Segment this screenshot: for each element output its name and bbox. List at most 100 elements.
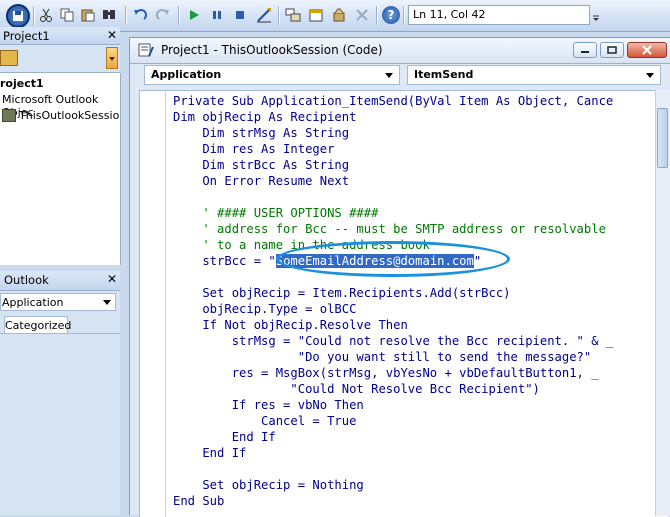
code-token: End Sub [173, 494, 225, 508]
code-line[interactable]: objRecip.Type = olBCC [173, 301, 613, 317]
code-token: Private Sub Application_ItemSend(ByVal I… [173, 94, 614, 108]
minimize-button[interactable] [573, 42, 597, 58]
project-panel-title: Project1 [3, 29, 50, 43]
code-line[interactable]: strBcc = "SomeEmailAddress@domain.com" [173, 253, 613, 269]
code-token: Dim res As Integer [173, 142, 335, 156]
code-window: Project1 - ThisOutlookSession (Code) App… [129, 37, 670, 517]
code-line[interactable]: Set objRecip = Item.Recipients.Add(strBc… [173, 285, 613, 301]
code-line[interactable]: If res = vbNo Then [173, 397, 613, 413]
code-token: Dim strMsg As String [173, 126, 350, 140]
reset-icon[interactable] [232, 7, 248, 23]
code-line[interactable]: ' #### USER OPTIONS #### [173, 205, 613, 221]
code-line[interactable]: ' to a name in the address book [173, 237, 613, 253]
code-line[interactable]: On Error Resume Next [173, 173, 613, 189]
tab-divider [0, 333, 120, 334]
redo-icon[interactable] [155, 7, 171, 23]
code-token: res = MsgBox(strMsg, vbYesNo + vbDefault… [173, 366, 599, 380]
project-panel-toolbar [0, 45, 120, 73]
tree-node-project1[interactable]: roject1 [0, 77, 44, 90]
code-line[interactable]: "Could Not Resolve Bcc Recipient") [173, 381, 613, 397]
find-icon[interactable] [101, 7, 117, 23]
cut-icon[interactable] [38, 7, 54, 23]
copy-icon[interactable] [59, 7, 75, 23]
object-combo-value: Application [151, 68, 222, 81]
code-token: strBcc = " [173, 254, 276, 268]
chevron-down-icon[interactable] [646, 73, 654, 78]
code-line[interactable]: End If [173, 429, 613, 445]
code-line[interactable]: Dim strMsg As String [173, 125, 613, 141]
code-token: "Could Not Resolve Bcc Recipient") [173, 382, 540, 396]
code-line[interactable]: ' address for Bcc -- must be SMTP addres… [173, 221, 613, 237]
close-icon[interactable]: ✕ [107, 29, 117, 42]
procedure-combo-value: ItemSend [414, 68, 474, 81]
code-line[interactable]: Private Sub Application_ItemSend(ByVal I… [173, 93, 613, 109]
code-token: Set objRecip = Item.Recipients.Add(strBc… [173, 286, 511, 300]
design-mode-icon[interactable] [256, 7, 272, 23]
code-line[interactable]: "Do you want still to send the message?" [173, 349, 613, 365]
code-window-title: Project1 - ThisOutlookSession (Code) [161, 43, 383, 57]
code-token: objRecip.Type = olBCC [173, 302, 357, 316]
undo-icon[interactable] [132, 7, 148, 23]
margin-indicator-bar[interactable] [140, 91, 166, 517]
code-line[interactable] [173, 189, 613, 205]
help-icon[interactable]: ? [382, 6, 400, 24]
close-icon[interactable]: ✕ [107, 273, 117, 286]
code-token: End If [173, 446, 247, 460]
code-editor[interactable]: Private Sub Application_ItemSend(ByVal I… [139, 90, 668, 517]
toolbar-overflow-chevron-icon[interactable] [106, 47, 118, 69]
code-line[interactable]: If Not objRecip.Resolve Then [173, 317, 613, 333]
scrollbar-thumb[interactable] [657, 108, 668, 168]
procedure-combo[interactable]: ItemSend [407, 65, 661, 85]
properties-icon[interactable] [308, 7, 324, 23]
code-token: "Do you want still to send the message?" [173, 350, 592, 364]
properties-panel: Application Categorized [0, 291, 120, 515]
code-text[interactable]: Private Sub Application_ItemSend(ByVal I… [173, 93, 613, 509]
tree-node-thisoutlooksession[interactable]: ThisOutlookSession [19, 109, 120, 122]
code-token: strMsg = "Could not resolve the Bcc reci… [173, 334, 614, 348]
code-window-titlebar: Project1 - ThisOutlookSession (Code) [130, 38, 670, 64]
vertical-scrollbar[interactable] [655, 90, 670, 516]
save-icon[interactable] [6, 4, 30, 28]
cursor-position-readout: Ln 11, Col 42 [408, 5, 590, 25]
code-comment: ' to a name in the address book [173, 238, 430, 252]
project-panel-titlebar: Project1 ✕ [0, 27, 120, 45]
code-line[interactable]: Dim res As Integer [173, 141, 613, 157]
properties-object-combo-value: Application [2, 296, 64, 309]
code-line[interactable]: End Sub [173, 493, 613, 509]
code-line[interactable]: Dim strBcc As String [173, 157, 613, 173]
code-module-icon [138, 43, 154, 57]
toolbar-options-chevron-icon[interactable] [592, 14, 600, 22]
selected-text: SomeEmailAddress@domain.com [275, 254, 474, 268]
code-line[interactable]: strMsg = "Could not resolve the Bcc reci… [173, 333, 614, 349]
code-line[interactable]: Set objRecip = Nothing [173, 477, 613, 493]
code-line[interactable]: Cancel = True [173, 413, 613, 429]
restore-button[interactable] [600, 42, 624, 58]
properties-object-combo[interactable]: Application [0, 293, 116, 311]
code-token: If res = vbNo Then [173, 398, 364, 412]
code-comment: ' address for Bcc -- must be SMTP addres… [173, 222, 606, 236]
code-line[interactable] [173, 461, 613, 477]
code-token: Set objRecip = Nothing [173, 478, 364, 492]
code-token: End If [173, 430, 276, 444]
project-explorer-icon[interactable] [285, 7, 301, 23]
code-line[interactable] [173, 269, 613, 285]
code-line[interactable]: End If [173, 445, 613, 461]
object-browser-icon[interactable] [331, 7, 347, 23]
break-icon[interactable] [209, 7, 225, 23]
toolbox-icon[interactable] [354, 7, 370, 23]
toggle-folders-icon[interactable] [0, 50, 18, 66]
object-combo[interactable]: Application [144, 65, 400, 85]
properties-panel-title: Outlook [4, 273, 49, 287]
outlook-module-icon [2, 109, 16, 122]
run-icon[interactable] [186, 7, 202, 23]
chevron-down-icon[interactable] [385, 73, 393, 78]
chevron-down-icon[interactable] [103, 300, 111, 305]
code-token: If Not objRecip.Resolve Then [173, 318, 408, 332]
paste-icon[interactable] [80, 7, 96, 23]
close-button[interactable] [627, 42, 667, 58]
code-line[interactable]: res = MsgBox(strMsg, vbYesNo + vbDefault… [173, 365, 613, 381]
code-comment: ' #### USER OPTIONS #### [173, 206, 379, 220]
code-token: Dim strBcc As String [173, 158, 350, 172]
tab-categorized[interactable]: Categorized [4, 316, 71, 334]
code-line[interactable]: Dim objRecip As Recipient [173, 109, 613, 125]
